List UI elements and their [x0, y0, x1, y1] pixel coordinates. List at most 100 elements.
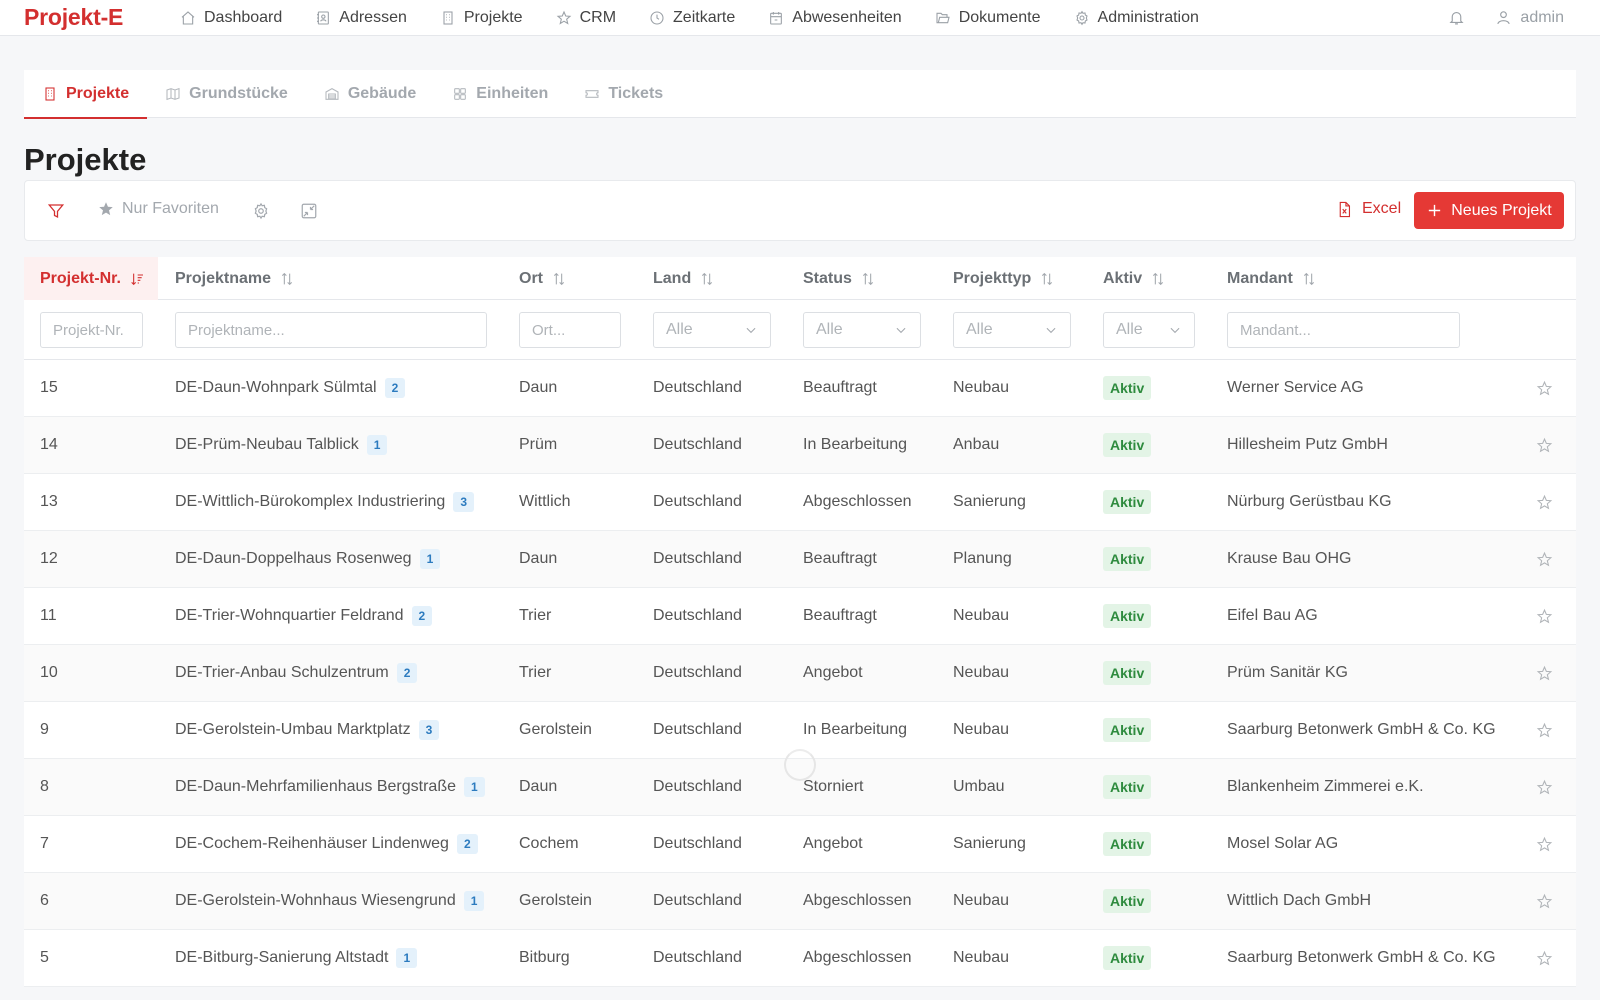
- table-row[interactable]: 13 DE-Wittlich-Bürokomplex Industriering…: [24, 474, 1576, 531]
- projektname-value: DE-Cochem-Reihenhäuser Lindenweg: [175, 835, 449, 852]
- cell-ort: Gerolstein: [519, 702, 592, 758]
- tab-einheiten[interactable]: Einheiten: [434, 70, 566, 118]
- favorite-star-icon[interactable]: [1536, 893, 1553, 910]
- star-icon: [556, 10, 571, 25]
- filter-status-select[interactable]: Alle: [803, 312, 921, 348]
- favorite-star-icon[interactable]: [1536, 950, 1553, 967]
- calendar-icon: [770, 11, 783, 25]
- status-value: In Bearbeitung: [803, 436, 908, 453]
- cell-status: Beauftragt: [803, 531, 877, 587]
- filter-ort-input[interactable]: [519, 312, 621, 348]
- projekttyp-value: Neubau: [953, 892, 1010, 909]
- nav-item-projekte[interactable]: Projekte: [440, 9, 523, 27]
- ort-value: Daun: [519, 778, 558, 795]
- user-name: admin: [1520, 8, 1564, 26]
- table-row[interactable]: 11 DE-Trier-Wohnquartier Feldrand 2 Trie…: [24, 588, 1576, 645]
- sort-icon: [553, 272, 565, 285]
- favorites-toggle[interactable]: Nur Favoriten: [97, 200, 219, 218]
- header-label: Status: [803, 269, 852, 287]
- column-header-ort[interactable]: Ort: [519, 257, 567, 300]
- table-row[interactable]: 5 DE-Bitburg-Sanierung Altstadt 1 Bitbur…: [24, 930, 1576, 987]
- table-row[interactable]: 12 DE-Daun-Doppelhaus Rosenweg 1 Daun De…: [24, 531, 1576, 588]
- nav-item-abwesenheiten[interactable]: Abwesenheiten: [768, 9, 902, 27]
- column-header-projekttyp[interactable]: Projekttyp: [953, 257, 1055, 300]
- projekt-nr-value: 15: [40, 379, 58, 396]
- land-value: Deutschland: [653, 550, 742, 567]
- excel-export-button[interactable]: Excel: [1336, 200, 1401, 218]
- projekt-nr-value: 10: [40, 664, 58, 681]
- column-header-land[interactable]: Land: [653, 257, 715, 300]
- nav-item-zeitkarte[interactable]: Zeitkarte: [649, 9, 735, 27]
- nav-item-adressen[interactable]: Adressen: [315, 9, 407, 27]
- chevron-down-icon: [896, 327, 906, 334]
- compress-icon[interactable]: [300, 202, 318, 220]
- count-badge: 2: [411, 606, 433, 626]
- tab-gebaeude[interactable]: Gebäude: [306, 70, 434, 118]
- favorite-star-icon[interactable]: [1536, 551, 1553, 568]
- column-header-status[interactable]: Status: [803, 257, 876, 300]
- filter-aktiv-select[interactable]: Alle: [1103, 312, 1195, 348]
- table-toolbar: Nur Favoriten Excel Neues Projekt: [24, 180, 1576, 241]
- filter-mandant-input[interactable]: [1227, 312, 1460, 348]
- filter-icon[interactable]: [47, 202, 65, 220]
- brand-logo[interactable]: Projekt-E: [24, 4, 123, 31]
- table-row[interactable]: 10 DE-Trier-Anbau Schulzentrum 2 Trier D…: [24, 645, 1576, 702]
- favorite-star-icon[interactable]: [1536, 437, 1553, 454]
- favorite-star-icon[interactable]: [1536, 836, 1553, 853]
- tab-tickets[interactable]: Tickets: [566, 70, 681, 118]
- tab-projekte[interactable]: Projekte: [24, 70, 148, 119]
- table-row[interactable]: 15 DE-Daun-Wohnpark Sülmtal 2 Daun Deuts…: [24, 360, 1576, 417]
- nav-item-dokumente[interactable]: Dokumente: [935, 9, 1041, 27]
- status-value: Beauftragt: [803, 607, 877, 624]
- cell-ort: Daun: [519, 531, 557, 587]
- projektname-value: DE-Trier-Wohnquartier Feldrand: [175, 607, 404, 624]
- cell-ort: Trier: [519, 588, 551, 644]
- filter-projektname-input[interactable]: [175, 312, 487, 348]
- warehouse-icon: [325, 88, 339, 100]
- tab-grundstuecke[interactable]: Grundstücke: [147, 70, 306, 118]
- cell-projekttyp: Planung: [953, 531, 1012, 587]
- favorite-star-icon[interactable]: [1536, 380, 1553, 397]
- filter-land-select[interactable]: Alle: [653, 312, 771, 348]
- cell-projektname: DE-Daun-Wohnpark Sülmtal 2: [175, 360, 406, 416]
- projektname-value: DE-Bitburg-Sanierung Altstadt: [175, 949, 389, 966]
- filter-projekttyp-select[interactable]: Alle: [953, 312, 1071, 348]
- new-project-button[interactable]: Neues Projekt: [1414, 192, 1564, 229]
- favorite-star-icon[interactable]: [1536, 779, 1553, 796]
- column-header-mandant[interactable]: Mandant: [1227, 257, 1317, 300]
- cell-mandant: Nürburg Gerüstbau KG: [1227, 474, 1392, 530]
- user-icon: [1497, 11, 1511, 25]
- cell-aktiv: Aktiv: [1103, 702, 1152, 758]
- table-header: Projekt-Nr. Projektname Ort Land Status …: [24, 257, 1576, 300]
- nav-item-administration[interactable]: Administration: [1074, 9, 1199, 27]
- folder-icon: [936, 12, 950, 23]
- chevron-down-icon: [1046, 327, 1056, 334]
- column-header-projektname[interactable]: Projektname: [175, 257, 295, 300]
- map-icon: [166, 87, 180, 101]
- ort-value: Bitburg: [519, 949, 570, 966]
- favorite-star-icon[interactable]: [1536, 494, 1553, 511]
- cell-projekt-nr: 12: [40, 531, 58, 587]
- user-menu[interactable]: admin: [1495, 9, 1564, 27]
- cell-ort: Prüm: [519, 417, 557, 473]
- projekt-nr-value: 14: [40, 436, 58, 453]
- favorite-star-icon[interactable]: [1536, 722, 1553, 739]
- gear-icon[interactable]: [252, 202, 270, 220]
- favorite-star-icon[interactable]: [1536, 665, 1553, 682]
- projekt-nr-value: 12: [40, 550, 58, 567]
- nav-item-crm[interactable]: CRM: [556, 9, 616, 27]
- favorite-star-icon[interactable]: [1536, 608, 1553, 625]
- land-value: Deutschland: [653, 892, 742, 909]
- column-header-projekt-nr[interactable]: Projekt-Nr.: [24, 257, 158, 300]
- cell-projektname: DE-Prüm-Neubau Talblick 1: [175, 417, 388, 473]
- filter-projekt-nr-input[interactable]: [40, 312, 143, 348]
- nav-item-label: Projekte: [463, 8, 523, 26]
- main-nav: Dashboard Adressen Projekte CRM Zeitkart…: [180, 0, 1232, 35]
- table-row[interactable]: 14 DE-Prüm-Neubau Talblick 1 Prüm Deutsc…: [24, 417, 1576, 474]
- nav-item-dashboard[interactable]: Dashboard: [180, 9, 282, 27]
- column-header-aktiv[interactable]: Aktiv: [1103, 257, 1166, 300]
- aktiv-badge: Aktiv: [1103, 946, 1152, 970]
- bell-icon[interactable]: [1448, 9, 1465, 26]
- table-row[interactable]: 6 DE-Gerolstein-Wohnhaus Wiesengrund 1 G…: [24, 873, 1576, 930]
- table-row[interactable]: 7 DE-Cochem-Reihenhäuser Lindenweg 2 Coc…: [24, 816, 1576, 873]
